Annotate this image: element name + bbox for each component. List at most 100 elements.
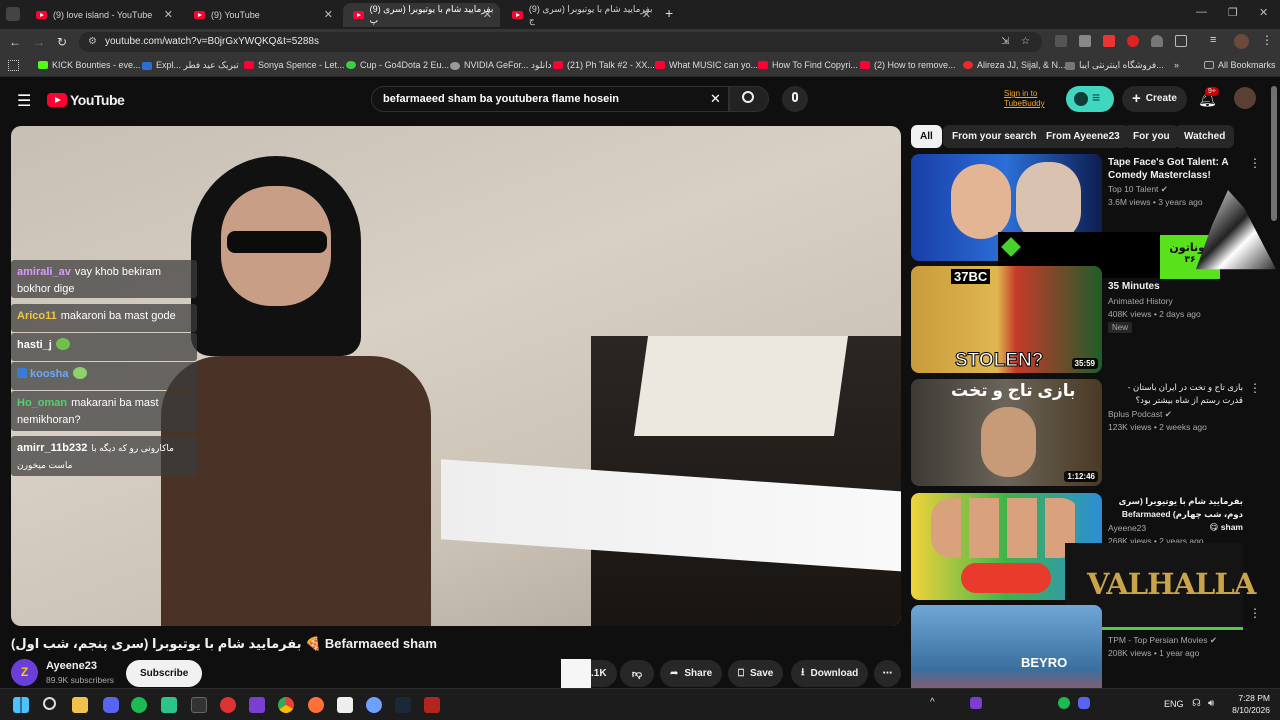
media-control-icon[interactable]: ≡ [1210,34,1216,46]
bookmark-item[interactable]: فروشگاه اینترنتی ایبا... [1065,60,1164,71]
chip-from-your-search[interactable]: From your search [943,125,1046,148]
share-button[interactable]: ➦ Share [660,660,723,687]
account-avatar[interactable] [1234,87,1256,109]
minimize-icon[interactable]: — [1196,6,1207,18]
dislike-button[interactable]: 👎︎ [620,660,654,687]
file-explorer-icon[interactable] [72,697,88,713]
bookmarks-overflow-icon[interactable]: » [1174,60,1179,70]
chip-watched[interactable]: Watched [1175,125,1235,148]
spotify-icon[interactable] [131,697,147,713]
tab-search-icon[interactable] [6,7,20,21]
volume-icon[interactable]: 🔊︎ [1208,698,1214,709]
more-actions-button[interactable]: ⋯ [874,660,901,687]
extensions-puzzle-icon[interactable] [1175,35,1187,47]
video-thumbnail[interactable]: بازی تاج و تخت 1:12:46 [911,379,1102,486]
steam-icon[interactable] [395,697,411,713]
close-icon[interactable]: ✕ [483,8,492,21]
bookmark-item[interactable]: What MUSIC can yo... [655,60,758,70]
chrome-icon[interactable] [278,697,294,713]
extension-icon[interactable] [1103,35,1115,47]
bookmark-item[interactable]: Expl... تبریک عید فطر [142,60,239,71]
bookmark-item[interactable]: Sonya Spence - Let... [244,60,345,70]
search-input[interactable]: befarmaeed sham ba youtubera flame hosei… [371,86,729,112]
extension-icon[interactable] [1055,35,1067,47]
extension-icon[interactable] [1079,35,1091,47]
video-thumbnail[interactable]: BEYRO [911,605,1102,688]
search-icon[interactable] [43,697,56,710]
apps-grid-icon[interactable] [8,60,19,71]
close-icon[interactable]: ✕ [164,8,173,21]
chip-for-you[interactable]: For you [1124,125,1179,148]
network-icon[interactable]: ☊ [1192,698,1201,709]
app-icon[interactable] [220,697,236,713]
forward-icon[interactable]: → [33,35,45,49]
page-scrollbar[interactable] [1271,86,1277,221]
tab-love-island[interactable]: (9) love island - YouTube ✕ [26,3,181,27]
tubebuddy-signin-link[interactable]: Sign in to TubeBuddy [1004,89,1066,109]
channel-avatar[interactable]: Z [11,659,38,686]
video-player[interactable]: amirali_av vay khob bekiram bokhor dige A… [11,126,901,626]
tray-app-icon[interactable] [970,697,982,709]
tab-youtube[interactable]: (9) YouTube ✕ [184,3,341,27]
tray-overflow-icon[interactable]: ^ [930,697,935,708]
tray-discord-icon[interactable] [1078,697,1090,709]
app-icon[interactable] [337,697,353,713]
bookmark-item[interactable]: NVIDIA GeFor... دانلود [450,60,552,71]
close-window-icon[interactable]: ✕ [1259,6,1268,19]
youtube-logo[interactable]: YouTube [47,92,125,108]
windows-start-icon[interactable] [13,697,29,713]
reload-icon[interactable]: ↻ [57,35,67,49]
maximize-icon[interactable]: ❐ [1228,6,1238,19]
app-icon[interactable] [366,697,382,713]
channel-name[interactable]: Ayeene23 [46,660,97,672]
more-vert-icon[interactable]: ⋮ [1249,156,1261,170]
discord-icon[interactable] [103,697,119,713]
close-icon[interactable]: ✕ [642,8,651,21]
related-video[interactable]: بازی تاج و تخت 1:12:46 بازی تاج و تخت در… [911,379,1271,489]
site-info-icon[interactable]: ⚙ [88,32,97,52]
extension-icon[interactable] [1127,35,1139,47]
new-tab-button[interactable]: + [665,5,673,21]
language-indicator[interactable]: ENG [1164,699,1184,709]
related-video[interactable]: 37BC STOLEN? 35:59 35 Minutes Animated H… [911,266,1271,376]
more-vert-icon[interactable]: ⋮ [1249,381,1261,395]
subscribe-button[interactable]: Subscribe [126,660,203,687]
bookmark-item[interactable]: Alireza JJ, Sijal, & N... [963,60,1066,70]
search-button[interactable] [729,86,769,112]
like-button[interactable]: .1K [591,660,617,687]
back-icon[interactable]: ← [9,35,21,49]
chip-all[interactable]: All [911,125,942,148]
video-thumbnail[interactable]: 37BC STOLEN? 35:59 [911,266,1102,373]
url-field[interactable]: ⚙ youtube.com/watch?v=B0jrGxYWQKQ&t=5288… [79,32,1042,52]
all-bookmarks[interactable]: All Bookmarks [1204,60,1276,70]
clear-search-icon[interactable]: ✕ [710,87,721,111]
tab-other-episode[interactable]: (9) بفرمایید شام با یوتیوبرا (سری ج ✕ [502,3,659,27]
profile-avatar[interactable] [1234,34,1249,49]
bookmark-item[interactable]: How To Find Copyri... [758,60,858,70]
tray-spotify-icon[interactable] [1058,697,1070,709]
app-icon[interactable] [191,697,207,713]
menu-icon[interactable]: ⋮ [1261,33,1273,47]
bookmark-item[interactable]: (2) How to remove... [860,60,956,70]
shield-icon[interactable] [1151,35,1163,47]
voice-search-button[interactable] [782,86,808,112]
create-button[interactable]: + Create [1122,86,1187,112]
tab-current-video[interactable]: (9) بفرمایید شام با یوتیوبرا (سری پ ✕ [343,3,500,27]
bookmark-item[interactable]: (21) Ph Talk #2 - XX... [553,60,655,70]
star-icon[interactable]: ☆ [1021,32,1030,52]
firefox-icon[interactable] [308,697,324,713]
hamburger-menu-icon[interactable]: ☰ [17,91,31,111]
related-video[interactable]: BEYRO TPM - Top Persian Movies ✔ 208K vi… [911,605,1271,688]
app-icon[interactable] [249,697,265,713]
dota-icon[interactable] [424,697,440,713]
app-icon[interactable] [161,697,177,713]
close-icon[interactable]: ✕ [324,8,333,21]
install-app-icon[interactable]: ⇲ [1001,32,1009,52]
tubebuddy-button[interactable]: ≡ [1066,86,1114,112]
download-button[interactable]: ⭳ Download [791,660,869,687]
bookmark-item[interactable]: Cup - Go4Dota 2 Eu... [346,60,449,70]
chip-from-channel[interactable]: From Ayeene23 [1037,125,1129,148]
bookmark-item[interactable]: KICK Bounties - eve... [38,60,141,70]
save-button[interactable]: ⎕ Save [728,660,784,687]
clock[interactable]: 7:28 PM 8/10/2026 [1224,692,1270,716]
